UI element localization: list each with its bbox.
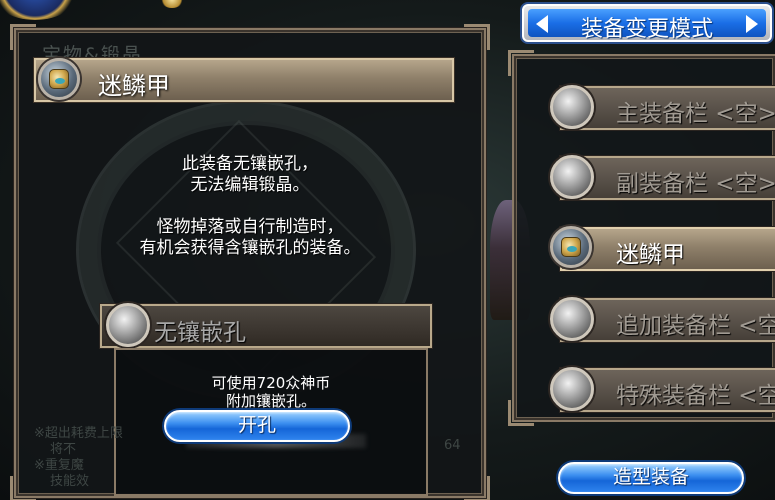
drop-hint-line2: 有机会获得含镶嵌孔的装备。 [139,238,361,258]
ghost-note-5: 64 [444,438,461,453]
empty-slot-icon [550,367,594,411]
slot-label: 迷鳞甲 [616,242,685,268]
slot-label: 副装备栏 <空> [616,171,775,197]
ghost-note-3: ※重复魔 [34,458,84,473]
ghost-note-2: 将不 [50,442,77,457]
slot-label: 特殊装备栏 <空> [616,383,775,409]
arrow-right-icon[interactable] [746,15,758,33]
ghost-note-4: 技能效 [50,474,90,489]
panel-corner-ornament [10,476,36,500]
coin-decoration [160,0,184,8]
slot-main-equipment[interactable]: 主装备栏 <空> [550,85,775,130]
empty-slot-icon [550,297,594,341]
slot-label: 主装备栏 <空> [616,101,775,127]
mode-title: 装备变更模式 [580,17,713,42]
armor-gem-icon [550,226,592,268]
item-title-bar: 迷鳞甲 [34,58,454,102]
slot-special-equipment[interactable]: 特殊装备栏 <空> [550,367,775,412]
socket-status-bar: 无镶嵌孔 [100,303,432,348]
slot-sub-equipment[interactable]: 副装备栏 <空> [550,155,775,200]
open-socket-button[interactable]: 开孔 [164,410,350,442]
panel-corner-ornament [10,24,36,50]
equip-mode-selector[interactable]: 装备变更模式 [522,4,772,42]
ghost-note-1: ※超出耗费上限 [34,426,123,441]
panel-corner-ornament [464,24,490,50]
item-name: 迷鳞甲 [98,72,170,100]
empty-slot-icon [550,155,594,199]
cost-line1: 可使用720众神币 [211,374,331,392]
drop-hint-line1: 怪物掉落或自行制造时， [156,217,344,237]
panel-corner-ornament [464,476,490,500]
panel-corner-ornament [508,400,534,426]
socket-status-label: 无镶嵌孔 [154,320,246,346]
appearance-equipment-button[interactable]: 造型装备 [558,462,744,494]
slot-armor[interactable]: 迷鳞甲 [550,226,775,271]
armor-gem-icon [38,58,80,100]
slot-additional-equipment[interactable]: 追加装备栏 <空> [550,297,775,342]
empty-slot-icon [550,85,594,129]
arrow-left-icon[interactable] [536,15,548,33]
top-left-orb-decoration [0,0,80,20]
cost-line2: 附加镶嵌孔。 [225,392,316,410]
slot-label: 追加装备栏 <空> [616,313,775,339]
equipment-slot-panel: 主装备栏 <空> 副装备栏 <空> 迷鳞甲 追加装备栏 <空> 特殊装备栏 <空… [508,50,775,426]
no-socket-message-line2: 无法编辑锻晶。 [190,175,310,195]
panel-corner-ornament [508,50,534,76]
empty-socket-icon [106,303,150,347]
no-socket-message-line1: 此装备无镶嵌孔， [182,154,318,174]
